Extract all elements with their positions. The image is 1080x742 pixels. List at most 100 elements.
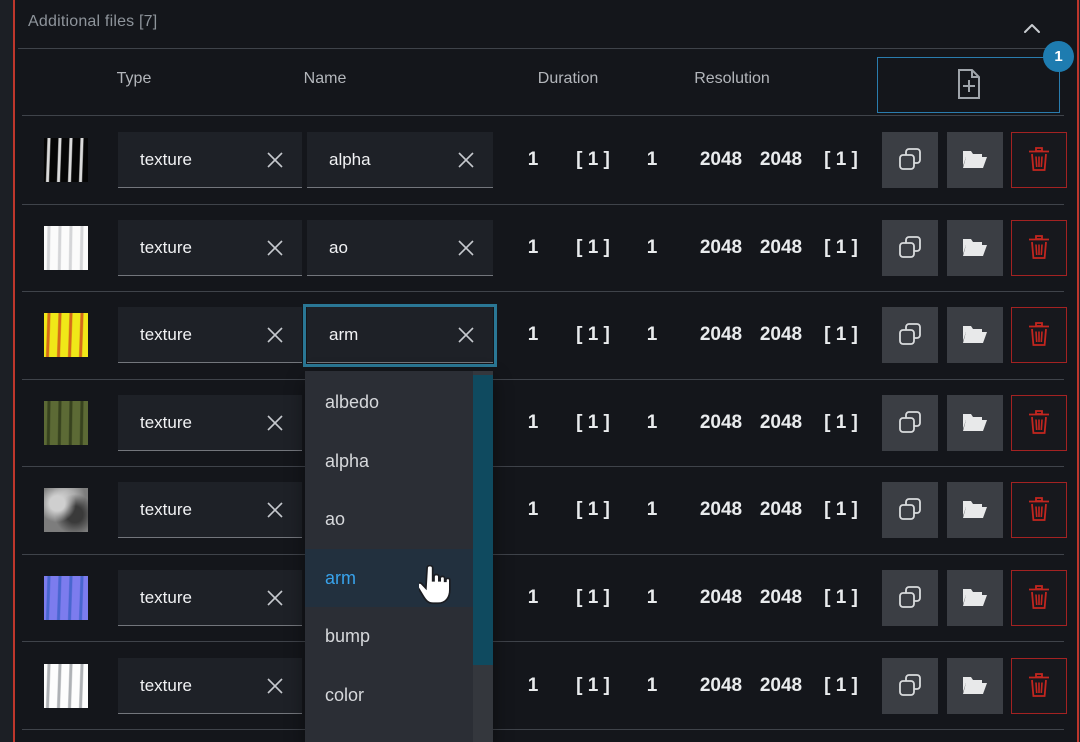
dropdown-scrollbar-thumb[interactable] (473, 375, 493, 665)
trash-icon (1028, 410, 1050, 437)
duration-range: [ 1 ] (576, 237, 610, 259)
delete-button[interactable] (1011, 307, 1067, 363)
open-folder-button[interactable] (947, 482, 1003, 538)
type-select[interactable]: texture (118, 482, 302, 538)
trash-icon (1028, 673, 1050, 700)
duration-value: 1 (528, 237, 539, 259)
column-header-type: Type (117, 70, 152, 88)
resolution-range: [ 1 ] (824, 324, 858, 346)
dropdown-option-ao[interactable]: ao (305, 490, 493, 549)
resolution-width: 2048 (700, 237, 742, 259)
trash-icon (1028, 322, 1050, 349)
delete-button[interactable] (1011, 395, 1067, 451)
copy-button[interactable] (882, 658, 938, 714)
delete-button[interactable] (1011, 570, 1067, 626)
type-select[interactable]: texture (118, 132, 302, 188)
type-select[interactable]: texture (118, 307, 302, 363)
resolution-height: 2048 (760, 324, 802, 346)
duration-step: 1 (647, 587, 658, 609)
clear-icon[interactable] (455, 149, 477, 171)
open-folder-button[interactable] (947, 658, 1003, 714)
file-plus-icon (955, 68, 983, 103)
resolution-height: 2048 (760, 237, 802, 259)
name-select[interactable]: ao (307, 220, 493, 276)
delete-button[interactable] (1011, 482, 1067, 538)
clear-icon[interactable] (455, 324, 477, 346)
duration-value: 1 (528, 149, 539, 171)
name-select[interactable]: alpha (307, 132, 493, 188)
copy-button[interactable] (882, 570, 938, 626)
open-folder-button[interactable] (947, 570, 1003, 626)
clear-icon[interactable] (264, 237, 286, 259)
trash-icon (1028, 497, 1050, 524)
copy-button[interactable] (882, 482, 938, 538)
copy-button[interactable] (882, 220, 938, 276)
column-header-duration: Duration (538, 70, 598, 88)
copy-icon (897, 584, 923, 613)
trash-icon (1028, 147, 1050, 174)
open-folder-button[interactable] (947, 132, 1003, 188)
row-separator (22, 204, 1064, 205)
table-row: texture 1 [ 1 ] 1 2048 2048 [ 1 ] (0, 554, 1080, 642)
type-select[interactable]: texture (118, 220, 302, 276)
table-row: texture arm 1 [ 1 ] 1 2048 2048 [ 1 ] (0, 291, 1080, 379)
resolution-height: 2048 (760, 149, 802, 171)
open-folder-button[interactable] (947, 395, 1003, 451)
duration-step: 1 (647, 675, 658, 697)
copy-button[interactable] (882, 395, 938, 451)
texture-thumbnail (44, 576, 88, 620)
open-folder-button[interactable] (947, 220, 1003, 276)
copy-icon (897, 409, 923, 438)
row-separator (22, 379, 1064, 380)
open-folder-icon (962, 148, 988, 173)
type-select[interactable]: texture (118, 395, 302, 451)
delete-button[interactable] (1011, 658, 1067, 714)
clear-icon[interactable] (264, 499, 286, 521)
dropdown-option-albedo[interactable]: albedo (305, 373, 493, 432)
chevron-up-icon[interactable] (1023, 21, 1041, 33)
copy-button[interactable] (882, 307, 938, 363)
notification-badge: 1 (1043, 41, 1074, 72)
resolution-height: 2048 (760, 412, 802, 434)
type-select[interactable]: texture (118, 658, 302, 714)
resolution-width: 2048 (700, 412, 742, 434)
clear-icon[interactable] (264, 324, 286, 346)
copy-icon (897, 146, 923, 175)
name-value: arm (329, 325, 358, 345)
type-value: texture (140, 150, 192, 170)
add-file-button[interactable] (877, 57, 1060, 113)
table-row: texture 1 [ 1 ] 1 2048 2048 [ 1 ] (0, 642, 1080, 730)
clear-icon[interactable] (455, 237, 477, 259)
clear-icon[interactable] (264, 587, 286, 609)
panel-title: Additional files [7] (28, 13, 157, 31)
delete-button[interactable] (1011, 132, 1067, 188)
dropdown-option-alpha[interactable]: alpha (305, 432, 493, 491)
open-folder-button[interactable] (947, 307, 1003, 363)
copy-button[interactable] (882, 132, 938, 188)
dropdown-option-bump[interactable]: bump (305, 607, 493, 666)
name-select-focused[interactable]: arm (307, 307, 493, 363)
texture-thumbnail (44, 401, 88, 445)
resolution-width: 2048 (700, 587, 742, 609)
duration-range: [ 1 ] (576, 675, 610, 697)
type-select[interactable]: texture (118, 570, 302, 626)
dropdown-scrollbar[interactable] (473, 371, 493, 742)
copy-icon (897, 321, 923, 350)
clear-icon[interactable] (264, 675, 286, 697)
resolution-range: [ 1 ] (824, 237, 858, 259)
resolution-height: 2048 (760, 587, 802, 609)
clear-icon[interactable] (264, 149, 286, 171)
dropdown-option-arm-selected[interactable]: arm (305, 549, 493, 608)
trash-icon (1028, 585, 1050, 612)
name-options-dropdown: albedo alpha ao arm bump color (305, 371, 493, 742)
copy-icon (897, 234, 923, 263)
open-folder-icon (962, 411, 988, 436)
dropdown-option-color[interactable]: color (305, 666, 493, 725)
duration-step: 1 (647, 324, 658, 346)
clear-icon[interactable] (264, 412, 286, 434)
dropdown-list: albedo alpha ao arm bump color (305, 373, 493, 725)
row-separator (22, 641, 1064, 642)
row-separator (22, 291, 1064, 292)
delete-button[interactable] (1011, 220, 1067, 276)
open-folder-icon (962, 498, 988, 523)
